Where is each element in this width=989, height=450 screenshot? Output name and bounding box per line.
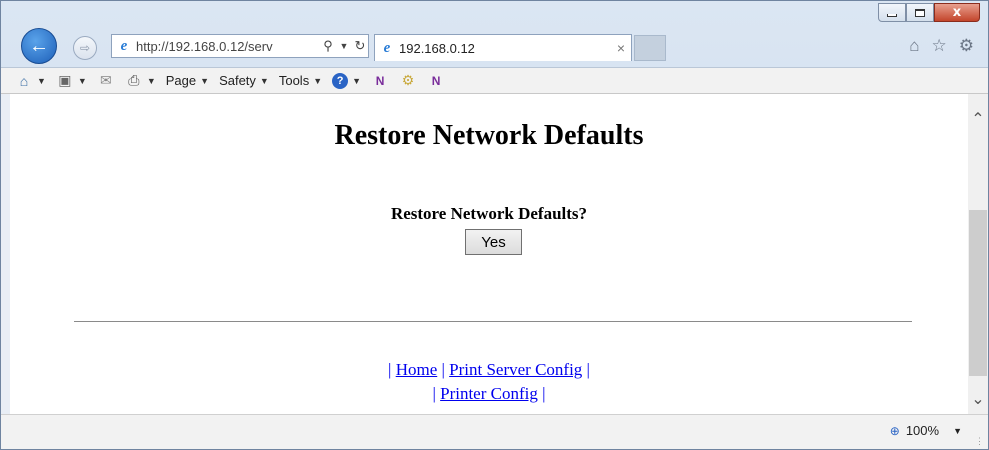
onenote-command[interactable]: N — [371, 72, 389, 90]
chevron-down-icon[interactable]: ▼ — [147, 76, 156, 86]
scroll-up-icon[interactable]: ⌃ — [968, 104, 988, 134]
left-frame-edge — [1, 94, 10, 414]
safety-menu[interactable]: Safety ▼ — [219, 73, 269, 88]
onenote-icon: N — [375, 73, 385, 88]
back-button[interactable]: ← — [21, 28, 57, 64]
tools-menu[interactable]: Tools ▼ — [279, 73, 322, 88]
settings-gear-icon[interactable]: ⚙ — [959, 36, 974, 56]
safety-menu-label: Safety — [219, 73, 256, 88]
horizontal-rule — [74, 321, 912, 322]
onenote-linked-icon: N — [431, 73, 441, 88]
print-command[interactable]: ⎙ ▼ — [125, 72, 156, 90]
printer-config-link[interactable]: Printer Config — [440, 384, 538, 403]
browser-window: x ← ⇨ e http://192.168.0.12/serv ⚲ ▼ ↻ e… — [0, 0, 989, 450]
forward-button[interactable]: ⇨ — [73, 36, 97, 60]
onenote-linked-command[interactable]: N — [427, 72, 445, 90]
chevron-down-icon[interactable]: ▼ — [953, 426, 962, 436]
page-title: Restore Network Defaults — [334, 120, 644, 151]
page-content: Restore Network Defaults Restore Network… — [10, 94, 968, 414]
help-menu[interactable]: ? ▼ — [332, 72, 362, 89]
mail-command[interactable]: ✉ — [97, 72, 115, 90]
tab-active[interactable]: e 192.168.0.12 × — [374, 34, 632, 61]
restore-question: Restore Network Defaults? — [390, 204, 588, 223]
footer-links-row-1: | Home | Print Server Config | — [10, 360, 968, 380]
addon-command[interactable]: ⚙ — [399, 72, 417, 90]
vertical-scrollbar[interactable]: ⌃ ⌄ — [968, 94, 988, 414]
chevron-down-icon: ▼ — [259, 75, 269, 86]
footer-links-row-2: | Printer Config | — [10, 384, 968, 404]
chevron-down-icon[interactable]: ▼ — [37, 76, 46, 86]
maximize-button[interactable] — [906, 3, 934, 22]
chevron-down-icon[interactable]: ▼ — [78, 76, 87, 86]
home-link[interactable]: Home — [396, 360, 438, 379]
print-icon: ⎙ — [128, 72, 140, 88]
maximize-icon — [915, 8, 925, 17]
close-icon: x — [952, 5, 962, 20]
back-arrow-icon: ← — [29, 34, 49, 57]
close-window-button[interactable]: x — [934, 3, 980, 22]
feeds-command[interactable]: ▣ ▼ — [56, 72, 87, 90]
refresh-icon[interactable]: ↻ — [352, 38, 368, 54]
print-server-config-link[interactable]: Print Server Config — [449, 360, 582, 379]
chevron-down-icon: ▼ — [200, 75, 210, 86]
home-command[interactable]: ⌂ ▼ — [15, 72, 46, 90]
favorites-star-icon[interactable]: ☆ — [932, 36, 947, 56]
tools-menu-label: Tools — [278, 73, 310, 88]
addon-gear-icon: ⚙ — [401, 72, 415, 88]
toolbar-right-icons: ⌂ ☆ ⚙ — [909, 36, 974, 56]
yes-button[interactable]: Yes — [465, 229, 522, 255]
tab-title: 192.168.0.12 — [399, 40, 475, 56]
search-icon[interactable]: ⚲ — [320, 38, 336, 54]
status-bar: ⊕ 100% ▼ ⋮ — [1, 414, 988, 449]
rss-feed-icon: ▣ — [58, 72, 72, 88]
resize-grip-icon[interactable]: ⋮ — [975, 436, 985, 446]
home-icon: ⌂ — [19, 72, 29, 89]
tab-close-icon[interactable]: × — [611, 40, 631, 56]
scroll-down-icon[interactable]: ⌄ — [968, 384, 988, 414]
chevron-down-icon: ▼ — [313, 75, 323, 86]
link-separator: | — [388, 360, 392, 379]
zoom-magnifier-icon: ⊕ — [889, 423, 900, 438]
link-separator: | — [542, 384, 546, 403]
mail-icon: ✉ — [99, 72, 112, 88]
link-separator: | — [432, 384, 436, 403]
chevron-down-icon: ▼ — [352, 75, 362, 86]
link-separator: | — [586, 360, 590, 379]
dropdown-caret-icon[interactable]: ▼ — [336, 41, 352, 51]
ie-page-icon: e — [120, 37, 128, 54]
ie-tab-icon: e — [383, 39, 391, 56]
link-separator: | — [441, 360, 445, 379]
minimize-icon — [887, 14, 897, 17]
page-menu[interactable]: Page ▼ — [166, 73, 209, 88]
zoom-level: 100% — [905, 423, 940, 438]
command-bar: ⌂ ▼ ▣ ▼ ✉ ⎙ ▼ Page ▼ Safety ▼ Tools ▼ ? ▼ N ⚙ N — [1, 67, 988, 94]
help-icon: ? — [332, 72, 349, 89]
home-icon[interactable]: ⌂ — [909, 36, 919, 56]
zoom-control[interactable]: ⊕ 100% ▼ — [890, 423, 962, 438]
page-menu-label: Page — [165, 73, 197, 88]
forward-arrow-icon: ⇨ — [79, 41, 91, 55]
address-url[interactable]: http://192.168.0.12/serv — [136, 39, 320, 54]
navigation-bar: ← ⇨ e http://192.168.0.12/serv ⚲ ▼ ↻ e 1… — [1, 28, 988, 64]
new-tab-button[interactable] — [634, 35, 666, 61]
scrollbar-thumb[interactable] — [969, 210, 987, 376]
address-bar[interactable]: e http://192.168.0.12/serv ⚲ ▼ ↻ — [111, 34, 369, 58]
minimize-button[interactable] — [878, 3, 906, 22]
window-caption-buttons: x — [878, 3, 980, 22]
